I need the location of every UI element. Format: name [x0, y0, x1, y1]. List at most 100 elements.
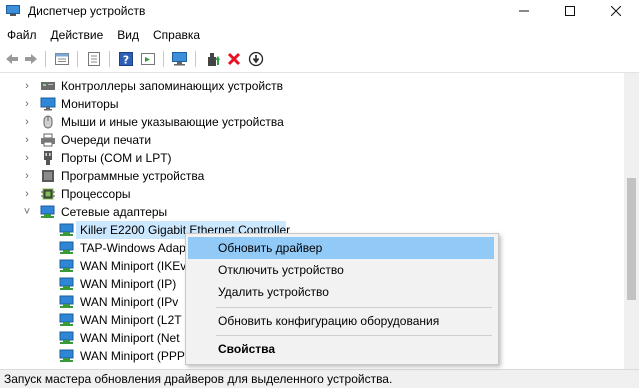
software-device-icon [42, 170, 54, 182]
network-adapter-icon [40, 205, 55, 218]
context-menu-item-scan-hardware[interactable]: Обновить конфигурацию оборудования [188, 310, 494, 332]
maximize-button[interactable] [547, 0, 593, 22]
chevron-right-icon[interactable]: › [22, 134, 32, 146]
context-menu-separator [216, 307, 492, 308]
scan-icon [172, 52, 187, 66]
properties-icon [55, 53, 69, 65]
tree-category-network-adapters[interactable]: ˅ Сетевые адаптеры [0, 203, 624, 221]
menu-help[interactable]: Справка [146, 24, 207, 44]
view-icon [88, 52, 100, 66]
tree-category-processors[interactable]: › Процессоры [0, 185, 624, 203]
tree-category-label: Порты (COM и LPT) [61, 151, 172, 165]
tree-category-ports[interactable]: › Порты (COM и LPT) [0, 149, 624, 167]
toolbar-separator [195, 51, 196, 67]
context-menu-label: Удалить устройство [218, 285, 329, 299]
toolbar: ? [0, 46, 639, 73]
storage-controller-icon [41, 82, 55, 90]
menu-file[interactable]: Файл [0, 24, 44, 44]
context-menu: Обновить драйвер Отключить устройство Уд… [185, 233, 499, 365]
uninstall-button[interactable] [225, 50, 243, 68]
tree-device-label: WAN Miniport (PPP [80, 349, 185, 363]
context-menu-label: Обновить драйвер [218, 241, 323, 255]
context-menu-item-update-driver[interactable]: Обновить драйвер [188, 237, 494, 259]
tree-category-monitors[interactable]: › Мониторы [0, 95, 624, 113]
network-adapter-icon [59, 295, 74, 308]
tree-category-label: Мыши и иные указывающие устройства [61, 115, 284, 129]
minimize-icon [519, 10, 529, 12]
status-text: Запуск мастера обновления драйверов для … [4, 372, 393, 386]
processor-icon [41, 188, 55, 200]
tree-device-label: WAN Miniport (IP) [80, 277, 177, 291]
context-menu-separator [216, 335, 492, 336]
tree-category-label: Программные устройства [61, 169, 205, 183]
tree-device-label: WAN Miniport (IPv [80, 295, 179, 309]
network-adapter-icon [59, 349, 74, 362]
toolbar-separator [109, 51, 110, 67]
tree-category-label: Процессоры [61, 187, 131, 201]
mouse-icon [43, 115, 53, 129]
chevron-right-icon[interactable]: › [22, 188, 32, 200]
back-icon [6, 54, 18, 64]
menu-view[interactable]: Вид [110, 24, 146, 44]
disable-device-button[interactable] [247, 50, 265, 68]
tree-category-software-devices[interactable]: › Программные устройства [0, 167, 624, 185]
toolbar-separator [77, 51, 78, 67]
tree-category-label: Сетевые адаптеры [61, 205, 168, 219]
port-icon [44, 151, 52, 165]
chevron-right-icon[interactable]: › [22, 170, 32, 182]
update-driver-icon [208, 53, 220, 66]
network-adapter-icon [59, 259, 74, 272]
context-menu-label: Обновить конфигурацию оборудования [218, 314, 440, 328]
forward-icon [25, 54, 37, 64]
close-button[interactable] [593, 0, 639, 22]
minimize-button[interactable] [501, 0, 547, 22]
window-title: Диспетчер устройств [28, 4, 146, 18]
forward-button[interactable] [22, 50, 40, 68]
close-icon [611, 6, 621, 16]
tree-device-label: TAP-Windows Adap [80, 241, 186, 255]
show-hidden-button[interactable] [139, 50, 157, 68]
network-adapter-icon [59, 277, 74, 290]
back-button[interactable] [3, 50, 21, 68]
view-button[interactable] [85, 50, 103, 68]
help-icon: ? [119, 52, 133, 67]
tree-category-mice[interactable]: › Мыши и иные указывающие устройства [0, 113, 624, 131]
context-menu-label: Отключить устройство [218, 263, 344, 277]
chevron-right-icon[interactable]: › [22, 98, 32, 110]
chevron-down-icon[interactable]: ˅ [22, 206, 32, 218]
tree-category-label: Контроллеры запоминающих устройств [61, 79, 283, 93]
network-adapter-icon [59, 223, 74, 236]
network-adapter-icon [59, 331, 74, 344]
scrollbar-thumb[interactable] [627, 178, 636, 300]
show-hidden-icon [141, 53, 155, 65]
network-adapter-icon [59, 313, 74, 326]
status-bar: Запуск мастера обновления драйверов для … [0, 369, 639, 388]
chevron-right-icon[interactable]: › [22, 152, 32, 164]
scan-hardware-button[interactable] [171, 50, 189, 68]
help-button[interactable]: ? [117, 50, 135, 68]
context-menu-item-uninstall-device[interactable]: Удалить устройство [188, 281, 494, 303]
chevron-right-icon[interactable]: › [22, 80, 32, 92]
context-menu-item-disable-device[interactable]: Отключить устройство [188, 259, 494, 281]
chevron-right-icon[interactable]: › [22, 116, 32, 128]
toolbar-separator [163, 51, 164, 67]
maximize-icon [565, 6, 575, 16]
svg-text:?: ? [123, 54, 129, 67]
tree-category-label: Очереди печати [61, 133, 152, 147]
monitor-icon [40, 97, 56, 111]
tree-device-label: WAN Miniport (L2T [80, 313, 182, 327]
tree-device-label: WAN Miniport (IKEv [80, 259, 187, 273]
context-menu-label: Свойства [218, 342, 276, 356]
printer-icon [41, 133, 55, 147]
device-manager-app-icon [6, 5, 20, 16]
title-bar: Диспетчер устройств [0, 0, 639, 22]
toolbar-separator [45, 51, 46, 67]
tree-category-print-queues[interactable]: › Очереди печати [0, 131, 624, 149]
tree-category-label: Мониторы [61, 97, 119, 111]
menu-action[interactable]: Действие [44, 24, 111, 44]
tree-category-storage-controllers[interactable]: › Контроллеры запоминающих устройств [0, 77, 624, 95]
network-adapter-icon [59, 241, 74, 254]
update-driver-button[interactable] [203, 50, 221, 68]
context-menu-item-properties[interactable]: Свойства [188, 338, 494, 360]
properties-button[interactable] [53, 50, 71, 68]
